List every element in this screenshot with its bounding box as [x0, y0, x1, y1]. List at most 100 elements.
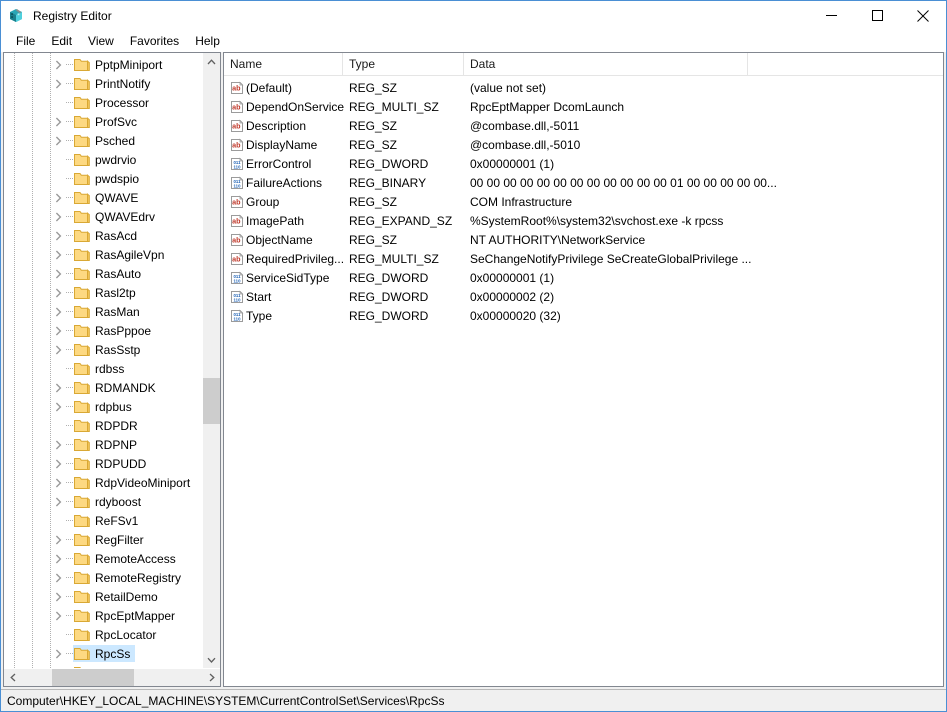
- tree-item-content[interactable]: rspndr: [73, 664, 134, 668]
- tree-item-pptpminiport[interactable]: PptpMiniport: [4, 55, 202, 74]
- expand-chevron-icon[interactable]: [50, 435, 66, 454]
- tree-item-rpclocator[interactable]: RpcLocator: [4, 625, 202, 644]
- close-button[interactable]: [900, 1, 946, 30]
- tree-item-qwave[interactable]: QWAVE: [4, 188, 202, 207]
- tree-item-content[interactable]: pwdrvio: [73, 151, 141, 168]
- tree-item-content[interactable]: RpcEptMapper: [73, 607, 180, 624]
- tree-item-psched[interactable]: Psched: [4, 131, 202, 150]
- table-row[interactable]: ab ImagePath REG_EXPAND_SZ %SystemRoot%\sys…: [224, 211, 943, 230]
- tree-item-rassstp[interactable]: RasSstp: [4, 340, 202, 359]
- table-row[interactable]: ab DisplayName REG_SZ @combase.dll,-5010: [224, 135, 943, 154]
- tree-item-content[interactable]: QWAVEdrv: [73, 208, 160, 225]
- tree-item-qwavedrv[interactable]: QWAVEdrv: [4, 207, 202, 226]
- menu-item-help[interactable]: Help: [187, 32, 228, 50]
- tree-item-content[interactable]: RasSstp: [73, 341, 145, 358]
- expand-chevron-icon[interactable]: [50, 378, 66, 397]
- tree-item-content[interactable]: QWAVE: [73, 189, 143, 206]
- table-row[interactable]: ab ObjectName REG_SZ NT AUTHORITY\NetworkSe…: [224, 230, 943, 249]
- menu-item-file[interactable]: File: [8, 32, 43, 50]
- menu-item-edit[interactable]: Edit: [43, 32, 80, 50]
- table-row[interactable]: 011 110 ErrorControl REG_DWORD 0x00000001 (1…: [224, 154, 943, 173]
- tree-hscroll-thumb[interactable]: [51, 669, 134, 686]
- tree-item-content[interactable]: RdpVideoMiniport: [73, 474, 195, 491]
- tree-item-content[interactable]: RasAuto: [73, 265, 146, 282]
- expand-chevron-icon[interactable]: [50, 454, 66, 473]
- expand-chevron-icon[interactable]: [50, 283, 66, 302]
- tree-item-content[interactable]: RpcLocator: [73, 626, 161, 643]
- tree-item-rdpudd[interactable]: RDPUDD: [4, 454, 202, 473]
- tree-vertical-scrollbar[interactable]: [202, 53, 220, 668]
- expand-chevron-icon[interactable]: [50, 606, 66, 625]
- expand-chevron-icon[interactable]: [50, 492, 66, 511]
- menu-item-view[interactable]: View: [80, 32, 122, 50]
- expand-chevron-icon[interactable]: [50, 321, 66, 340]
- tree-item-content[interactable]: Psched: [73, 132, 140, 149]
- tree-item-rpceptmapper[interactable]: RpcEptMapper: [4, 606, 202, 625]
- tree-item-regfilter[interactable]: RegFilter: [4, 530, 202, 549]
- tree-item-rdpdr[interactable]: RDPDR: [4, 416, 202, 435]
- expand-chevron-icon[interactable]: [50, 112, 66, 131]
- table-row[interactable]: 011 110 FailureActions REG_BINARY 00 00 00 0…: [224, 173, 943, 192]
- tree-item-printnotify[interactable]: PrintNotify: [4, 74, 202, 93]
- tree-item-content[interactable]: RemoteAccess: [73, 550, 181, 567]
- table-row[interactable]: 011 110 Type REG_DWORD 0x00000020 (32): [224, 306, 943, 325]
- tree-item-rpcss[interactable]: RpcSs: [4, 644, 202, 663]
- tree-item-raspppoe[interactable]: RasPppoe: [4, 321, 202, 340]
- tree-item-pwdspio[interactable]: pwdspio: [4, 169, 202, 188]
- tree-item-content[interactable]: RetailDemo: [73, 588, 163, 605]
- column-header-name[interactable]: Name: [224, 53, 343, 75]
- tree-vscroll-thumb[interactable]: [203, 377, 220, 425]
- tree-item-remoteaccess[interactable]: RemoteAccess: [4, 549, 202, 568]
- expand-chevron-icon[interactable]: [50, 131, 66, 150]
- expand-chevron-icon[interactable]: [50, 663, 66, 668]
- expand-chevron-icon[interactable]: [50, 644, 66, 663]
- tree-item-content[interactable]: rdpbus: [73, 398, 137, 415]
- tree-item-content[interactable]: RasMan: [73, 303, 145, 320]
- tree-hscroll-track[interactable]: [21, 669, 203, 686]
- menu-item-favorites[interactable]: Favorites: [122, 32, 187, 50]
- expand-chevron-icon[interactable]: [50, 264, 66, 283]
- table-row[interactable]: ab RequiredPrivileg... REG_MULTI_SZ SeChang…: [224, 249, 943, 268]
- expand-chevron-icon[interactable]: [50, 74, 66, 93]
- tree-item-content[interactable]: ReFSv1: [73, 512, 143, 529]
- tree-item-content[interactable]: RpcSs: [73, 645, 136, 662]
- tree-horizontal-scrollbar[interactable]: [4, 668, 220, 686]
- tree-item-rasman[interactable]: RasMan: [4, 302, 202, 321]
- scroll-up-icon[interactable]: [203, 53, 220, 70]
- expand-chevron-icon[interactable]: [50, 188, 66, 207]
- tree-item-rdpbus[interactable]: rdpbus: [4, 397, 202, 416]
- tree-item-rasl2tp[interactable]: Rasl2tp: [4, 283, 202, 302]
- expand-chevron-icon[interactable]: [50, 568, 66, 587]
- maximize-button[interactable]: [854, 1, 900, 30]
- tree-scroll-viewport[interactable]: PptpMiniport PrintNotify Processor ProfSvc P…: [4, 53, 202, 668]
- tree-item-rasacd[interactable]: RasAcd: [4, 226, 202, 245]
- tree-item-retaildemo[interactable]: RetailDemo: [4, 587, 202, 606]
- scroll-right-icon[interactable]: [203, 669, 220, 686]
- tree-item-profsvc[interactable]: ProfSvc: [4, 112, 202, 131]
- expand-chevron-icon[interactable]: [50, 302, 66, 321]
- tree-item-rdpvideominiport[interactable]: RdpVideoMiniport: [4, 473, 202, 492]
- tree-item-rdpnp[interactable]: RDPNP: [4, 435, 202, 454]
- tree-item-content[interactable]: RasPppoe: [73, 322, 156, 339]
- tree-item-rdbss[interactable]: rdbss: [4, 359, 202, 378]
- column-header-type[interactable]: Type: [343, 53, 464, 75]
- tree-item-content[interactable]: pwdspio: [73, 170, 144, 187]
- table-row[interactable]: 011 110 Start REG_DWORD 0x00000002 (2): [224, 287, 943, 306]
- table-row[interactable]: ab Description REG_SZ @combase.dll,-5011: [224, 116, 943, 135]
- tree-item-content[interactable]: RasAcd: [73, 227, 142, 244]
- expand-chevron-icon[interactable]: [50, 245, 66, 264]
- expand-chevron-icon[interactable]: [50, 530, 66, 549]
- expand-chevron-icon[interactable]: [50, 207, 66, 226]
- tree-item-content[interactable]: RasAgileVpn: [73, 246, 169, 263]
- expand-chevron-icon[interactable]: [50, 226, 66, 245]
- tree-item-content[interactable]: RDMANDK: [73, 379, 161, 396]
- expand-chevron-icon[interactable]: [50, 549, 66, 568]
- expand-chevron-icon[interactable]: [50, 340, 66, 359]
- tree-item-rasagilevpn[interactable]: RasAgileVpn: [4, 245, 202, 264]
- table-row[interactable]: ab DependOnService REG_MULTI_SZ RpcEptMappe…: [224, 97, 943, 116]
- tree-item-content[interactable]: RemoteRegistry: [73, 569, 186, 586]
- tree-vscroll-track[interactable]: [203, 70, 220, 651]
- scroll-down-icon[interactable]: [203, 651, 220, 668]
- tree-item-content[interactable]: PptpMiniport: [73, 56, 167, 73]
- minimize-button[interactable]: [808, 1, 854, 30]
